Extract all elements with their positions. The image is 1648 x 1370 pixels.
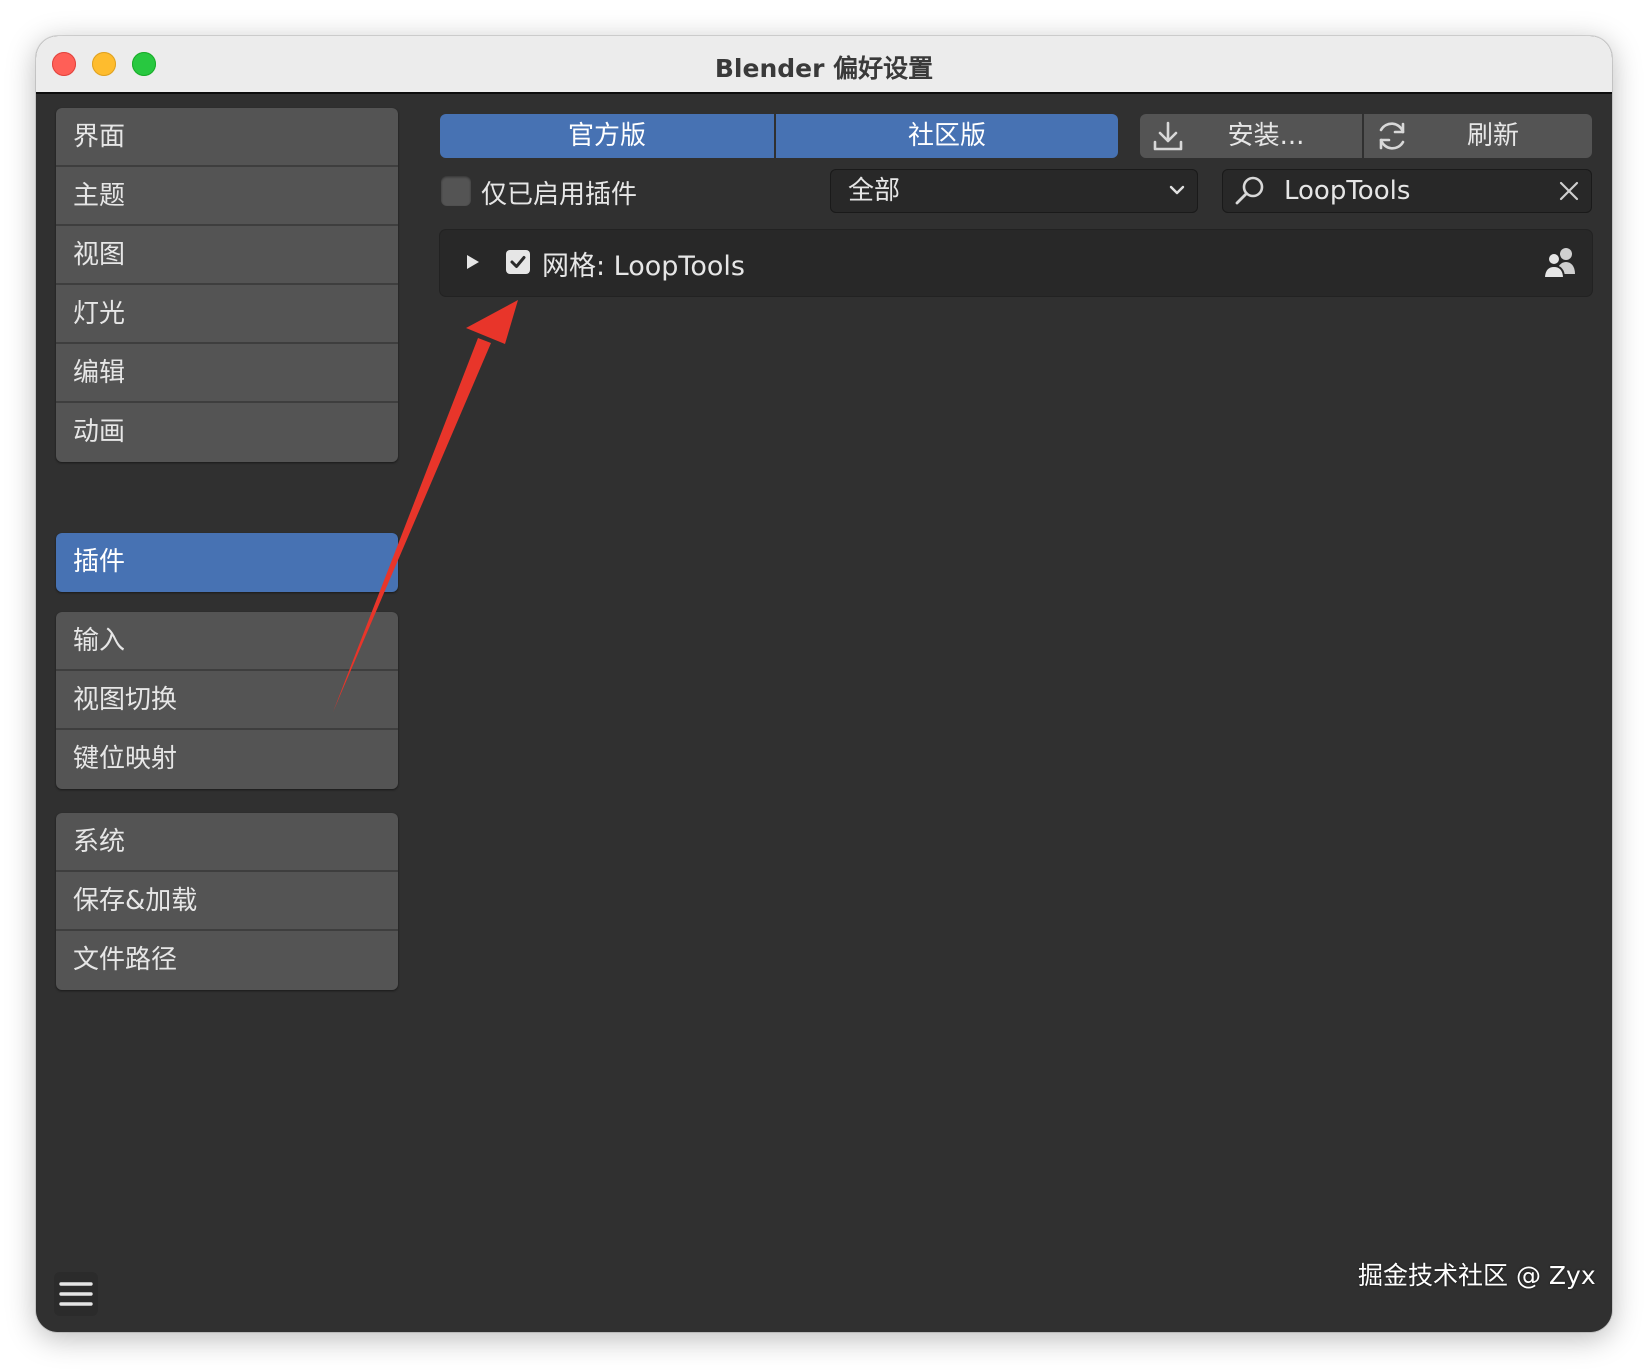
enabled-only-label[interactable]: 仅已启用插件 bbox=[481, 174, 637, 211]
category-value: 全部 bbox=[848, 176, 901, 206]
sidebar-item-lights[interactable]: 灯光 bbox=[56, 285, 398, 344]
sidebar-group-general: 界面 主题 视图 灯光 编辑 动画 bbox=[56, 108, 398, 462]
expand-triangle-icon[interactable] bbox=[466, 254, 480, 270]
window-title: Blender 偏好设置 bbox=[714, 54, 934, 83]
sidebar-item-themes[interactable]: 主题 bbox=[56, 167, 398, 226]
refresh-label: 刷新 bbox=[1466, 121, 1519, 151]
tab-community[interactable]: 社区版 bbox=[776, 114, 1118, 158]
community-users-icon bbox=[1542, 248, 1575, 279]
tab-official[interactable]: 官方版 bbox=[440, 114, 774, 158]
sidebar-item-viewport[interactable]: 视图 bbox=[56, 226, 398, 285]
refresh-button[interactable]: 刷新 bbox=[1364, 114, 1592, 158]
title-bar: Blender 偏好设置 bbox=[36, 36, 1612, 94]
enabled-only-checkbox[interactable] bbox=[441, 176, 471, 206]
sidebar-group-system: 系统 保存&加载 文件路径 bbox=[56, 813, 398, 990]
install-button[interactable]: 安装... bbox=[1140, 114, 1362, 158]
category-dropdown[interactable]: 全部 bbox=[830, 169, 1198, 213]
sidebar-item-keymap[interactable]: 键位映射 bbox=[56, 730, 398, 789]
checkmark-icon bbox=[510, 256, 526, 268]
sidebar-item-editing[interactable]: 编辑 bbox=[56, 344, 398, 403]
sidebar-item-navigation[interactable]: 视图切换 bbox=[56, 671, 398, 730]
sidebar-item-save-load[interactable]: 保存&加载 bbox=[56, 872, 398, 931]
sidebar-group-addons: 插件 bbox=[56, 533, 398, 592]
install-label: 安装... bbox=[1227, 121, 1305, 151]
sidebar-item-animation[interactable]: 动画 bbox=[56, 403, 398, 462]
watermark: 掘金技术社区 @ Zyx bbox=[1358, 1261, 1596, 1290]
sidebar-item-system[interactable]: 系统 bbox=[56, 813, 398, 872]
sidebar-item-file-paths[interactable]: 文件路径 bbox=[56, 931, 398, 990]
search-input[interactable]: LoopTools bbox=[1222, 169, 1592, 213]
hamburger-menu-icon bbox=[59, 1282, 93, 1306]
sidebar-group-input: 输入 视图切换 键位映射 bbox=[56, 612, 398, 789]
addon-enable-checkbox[interactable] bbox=[506, 250, 530, 274]
preferences-menu-button[interactable] bbox=[54, 1272, 98, 1316]
preferences-content: 界面 主题 视图 灯光 编辑 动画 插件 输入 视图切换 键位映射 系统 保存&… bbox=[36, 94, 1612, 1332]
search-icon bbox=[1235, 176, 1264, 205]
search-value: LoopTools bbox=[1284, 176, 1411, 206]
sidebar-item-addons[interactable]: 插件 bbox=[56, 533, 398, 592]
addon-panel-looptools: 网格: LoopTools bbox=[440, 230, 1592, 296]
sidebar-item-input[interactable]: 输入 bbox=[56, 612, 398, 671]
addon-name[interactable]: 网格: LoopTools bbox=[542, 244, 745, 283]
sidebar-item-interface[interactable]: 界面 bbox=[56, 108, 398, 167]
close-icon[interactable] bbox=[1558, 180, 1580, 202]
chevron-down-icon bbox=[1169, 185, 1185, 195]
preferences-window: Blender 偏好设置 界面 主题 视图 灯光 编辑 动画 插件 输入 视图切… bbox=[36, 36, 1612, 1332]
